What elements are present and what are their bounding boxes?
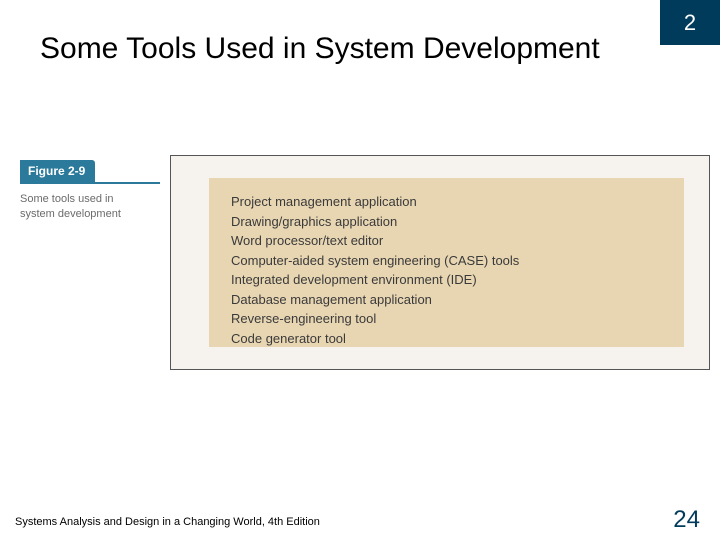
- tool-item: Project management application: [231, 192, 662, 212]
- tool-item: Integrated development environment (IDE): [231, 270, 662, 290]
- tool-item: Reverse-engineering tool: [231, 309, 662, 329]
- figure-label-block: Figure 2-9 Some tools used in system dev…: [20, 160, 165, 223]
- chapter-badge: 2: [660, 0, 720, 45]
- figure-area: Figure 2-9 Some tools used in system dev…: [20, 155, 710, 370]
- tool-item: Code generator tool: [231, 329, 662, 349]
- tools-box: Project management application Drawing/g…: [209, 178, 684, 347]
- slide-title: Some Tools Used in System Development: [40, 32, 650, 66]
- tool-item: Computer-aided system engineering (CASE)…: [231, 251, 662, 271]
- tool-item: Word processor/text editor: [231, 231, 662, 251]
- figure-number-badge: Figure 2-9: [20, 160, 95, 182]
- footer-book-title: Systems Analysis and Design in a Changin…: [15, 516, 320, 528]
- tool-item: Database management application: [231, 290, 662, 310]
- tool-item: Drawing/graphics application: [231, 212, 662, 232]
- figure-panel: Project management application Drawing/g…: [170, 155, 710, 370]
- figure-underline: [20, 182, 160, 184]
- page-number: 24: [673, 506, 700, 534]
- figure-caption: Some tools used in system development: [20, 192, 150, 223]
